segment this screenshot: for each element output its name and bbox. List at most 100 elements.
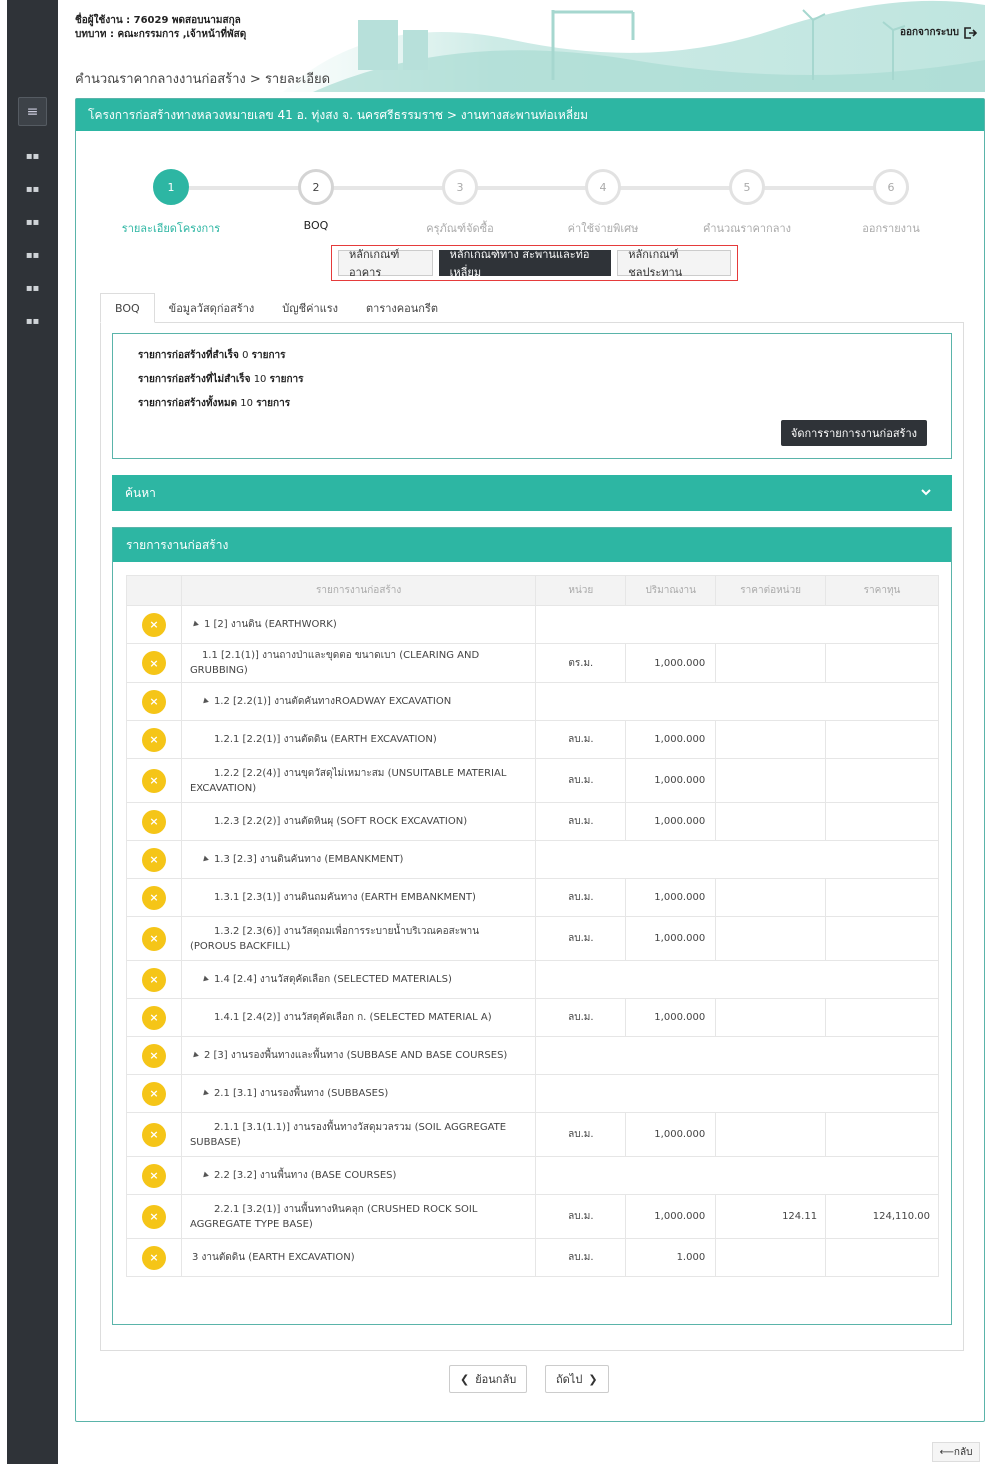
table-row: × 1 [2] งานดิน (EARTHWORK) [126,605,939,644]
collapse-triangle-icon[interactable] [201,1089,209,1097]
grid-icon: ▪▪ [25,249,40,261]
close-icon[interactable]: × [141,651,166,675]
row-desc-text: 2.1 [3.1] งานรองพื้นทาง (SUBBASES) [213,1088,389,1099]
collapse-triangle-icon[interactable] [191,1051,199,1059]
close-icon[interactable]: × [141,768,166,793]
close-icon[interactable]: × [141,1204,166,1229]
collapse-triangle-icon[interactable] [201,1171,209,1179]
grid-icon: ▪▪ [25,183,40,195]
step-1-label: รายละเอียดโครงการ [121,222,221,235]
row-desc-text: 1.3.2 [2.3(6)] งานวัสดุถมเพื่อการระบายน้… [189,925,480,952]
row-unit: ลบ.ม. [535,1194,627,1239]
step-1[interactable]: 1 [153,169,189,205]
criteria-group: หลักเกณฑ์อาคาร หลักเกณฑ์ทาง สะพานและท่อเ… [331,245,738,281]
grid-icon: ▪▪ [25,315,40,327]
row-price [715,1112,827,1157]
tab-labor[interactable]: บัญชีค่าแรง [268,293,352,323]
close-icon[interactable]: × [141,1163,166,1188]
row-desc: 3 งานตัดดิน (EARTH EXCAVATION) [180,1238,537,1277]
row-desc-text: 3 งานตัดดิน (EARTH EXCAVATION) [191,1252,355,1263]
row-qty: 1,000.000 [625,916,717,961]
table-row: × 1.3 [2.3] งานดินคันทาง (EMBANKMENT) [126,840,939,879]
close-icon[interactable]: × [141,1081,166,1106]
row-desc-text: 1.2.2 [2.2(4)] งานขุดวัสดุไม่เหมาะสม (UN… [189,767,507,794]
close-icon[interactable]: × [141,809,166,834]
row-price [715,998,827,1037]
breadcrumb: คำนวณราคากลางงานก่อสร้าง > รายละเอียด [75,72,331,87]
table-row: × 1.2 [2.2(1)] งานตัดคันทางROADWAY EXCAVA… [126,682,939,721]
search-panel-toggle[interactable]: ค้นหา [112,475,952,511]
close-icon[interactable]: × [141,885,166,910]
prev-button[interactable]: ❮ ย้อนกลับ [449,1365,528,1393]
close-icon[interactable]: × [141,1005,166,1030]
tab-boq[interactable]: BOQ [100,293,155,323]
step-6[interactable]: 6 [873,169,909,205]
back-button[interactable]: ⟵ กลับ [932,1442,980,1462]
row-qty: 1,000.000 [625,643,717,683]
tab-materials[interactable]: ข้อมูลวัสดุก่อสร้าง [155,293,269,323]
header: ชื่อผู้ใช้งาน : 76029 พดสอบนามสกุล บทบาท… [58,0,985,92]
next-button[interactable]: ถัดไป ❯ [545,1365,609,1393]
step-3[interactable]: 3 [442,169,478,205]
summary-undone: รายการก่อสร้างที่ไม่สำเร็จ 10 รายการ [138,374,304,385]
step-5[interactable]: 5 [729,169,765,205]
chevron-down-icon [921,489,931,496]
close-icon[interactable]: × [141,847,166,872]
road-criteria-button[interactable]: หลักเกณฑ์ทาง สะพานและท่อเหลี่ยม [438,248,612,279]
building-criteria-button[interactable]: หลักเกณฑ์อาคาร [338,248,433,279]
sidebar-item-6[interactable]: ▪▪ [7,311,58,331]
sidebar-item-2[interactable]: ▪▪ [7,179,58,199]
irrigation-criteria-button[interactable]: หลักเกณฑ์ชลประทาน [617,248,731,279]
close-icon[interactable]: × [141,1245,166,1270]
table-row: × 2.2.1 [3.2(1)] งานพื้นทางหินคลุก (CRUSH… [126,1194,939,1239]
step-4[interactable]: 4 [585,169,621,205]
row-desc-text: 1.3 [2.3] งานดินคันทาง (EMBANKMENT) [213,854,404,865]
collapse-triangle-icon[interactable] [201,975,209,983]
collapse-triangle-icon[interactable] [201,855,209,863]
row-desc: 1.2.1 [2.2(1)] งานตัดดิน (EARTH EXCAVATI… [180,720,537,759]
close-icon[interactable]: × [141,612,166,637]
table-row: × 2.2 [3.2] งานพื้นทาง (BASE COURSES) [126,1156,939,1195]
table-row: × 2 [3] งานรองพื้นทางและพื้นทาง (SUBBASE … [126,1036,939,1075]
sidebar-item-1[interactable]: ▪▪ [7,146,58,166]
close-icon[interactable]: × [141,727,166,752]
tab-bar: BOQ ข้อมูลวัสดุก่อสร้าง บัญชีค่าแรง ตารา… [100,293,964,323]
close-icon[interactable]: × [141,1043,166,1068]
table-row: × 1.4.1 [2.4(2)] งานวัสดุคัดเลือก ก. (SEL… [126,998,939,1037]
chevron-left-icon: ❮ [460,1372,470,1386]
main-card: โครงการก่อสร้างทางหลวงหมายเลข 41 อ. ทุ่ง… [75,98,985,1422]
close-icon[interactable]: × [141,689,166,714]
menu-icon[interactable]: ≡ [18,97,47,126]
collapse-triangle-icon[interactable] [201,697,209,705]
row-desc-text: 1 [2] งานดิน (EARTHWORK) [203,619,337,630]
manage-items-button[interactable]: จัดการรายการงานก่อสร้าง [780,420,927,446]
row-unit: ลบ.ม. [535,802,627,841]
row-desc: 2.1.1 [3.1(1.1)] งานรองพื้นทางวัสดุมวลรว… [180,1112,537,1157]
row-desc-text: 1.2 [2.2(1)] งานตัดคันทางROADWAY EXCAVAT… [213,696,452,707]
row-unit: ลบ.ม. [535,878,627,917]
tab-concrete[interactable]: ตารางคอนกรีต [352,293,452,323]
row-unit: ลบ.ม. [535,758,627,803]
table-row: × 1.4 [2.4] งานวัสดุคัดเลือก (SELECTED MA… [126,960,939,999]
close-icon[interactable]: × [141,967,166,992]
step-2[interactable]: 2 [298,169,334,205]
close-icon[interactable]: × [141,926,166,951]
close-icon[interactable]: × [141,1122,166,1147]
row-price [715,1238,827,1277]
step-2-label: BOQ [303,219,329,232]
row-action-cell: × [126,605,182,644]
collapse-triangle-icon[interactable] [191,620,199,628]
row-action-cell: × [126,720,182,759]
row-desc-text: 1.2.1 [2.2(1)] งานตัดดิน (EARTH EXCAVATI… [213,734,437,745]
row-action-cell: × [126,1238,182,1277]
row-qty: 1,000.000 [625,802,717,841]
sidebar-item-5[interactable]: ▪▪ [7,278,58,298]
row-price [715,758,827,803]
sidebar-item-4[interactable]: ▪▪ [7,245,58,265]
row-qty: 1,000.000 [625,1112,717,1157]
logout-button[interactable]: ออกจากระบบ [900,25,977,40]
table-row: × 1.3.1 [2.3(1)] งานดินถมคันทาง (EARTH EM… [126,878,939,917]
row-action-cell: × [126,1156,182,1195]
row-unit: ลบ.ม. [535,1112,627,1157]
sidebar-item-3[interactable]: ▪▪ [7,212,58,232]
